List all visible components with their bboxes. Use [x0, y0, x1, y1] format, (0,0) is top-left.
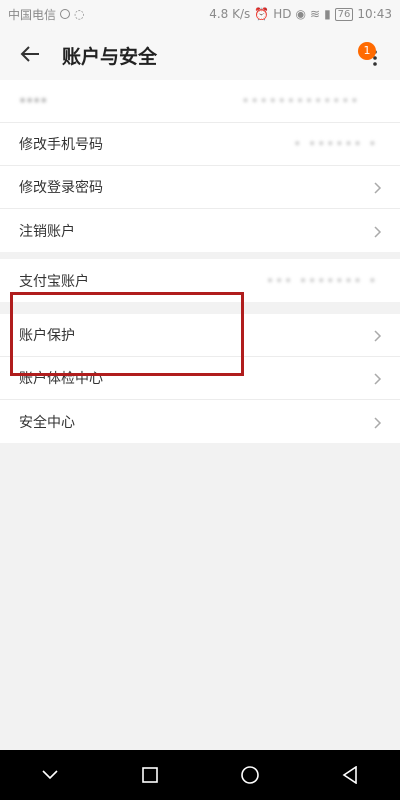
list-item-change-phone[interactable]: 修改手机号码 • •••••• •	[0, 123, 400, 166]
chevron-right-icon	[374, 182, 382, 194]
triangle-back-icon	[342, 766, 357, 784]
list-item-account-checkup[interactable]: 账户体检中心	[0, 357, 400, 400]
chevron-right-icon	[374, 373, 382, 385]
list-item-change-password[interactable]: 修改登录密码	[0, 166, 400, 209]
security-center-label: 安全中心	[19, 414, 75, 431]
list-item-alipay-account[interactable]: 支付宝账户 ••• ••••••• •	[0, 259, 400, 302]
eye-icon: ◉	[295, 7, 306, 21]
status-left: 中国电信 ◌	[8, 6, 85, 23]
square-icon	[142, 767, 158, 783]
wifi-icon: ≋	[310, 7, 321, 21]
chevron-right-icon	[374, 416, 382, 429]
battery-indicator: 76	[334, 7, 354, 21]
change-password-label: 修改登录密码	[19, 180, 103, 196]
account-group: •••• ••••••••••••• 修改手机号码 • •••••• • 修改登…	[0, 80, 400, 252]
back-button[interactable]	[14, 38, 46, 70]
nav-home-button[interactable]	[230, 755, 270, 795]
arrow-left-icon	[20, 46, 39, 62]
security-group: 账户保护 账户体检中心 安全中心	[0, 314, 400, 443]
alipay-group: 支付宝账户 ••• ••••••• •	[0, 259, 400, 302]
account-protection-label: 账户保护	[19, 328, 75, 344]
status-right: 4.8 K/s ⏰ HD ◉ ≋ ▮ 76 10:43	[209, 7, 392, 21]
sync-icon	[60, 9, 71, 19]
account-name-value: •••••••••••••	[241, 94, 360, 108]
account-checkup-label: 账户体检中心	[19, 371, 103, 387]
status-bar: 中国电信 ◌ 4.8 K/s ⏰ HD ◉ ≋ ▮ 76 10:43	[0, 0, 400, 28]
wechat-icon: ◌	[74, 7, 85, 21]
screen: 中国电信 ◌ 4.8 K/s ⏰ HD ◉ ≋ ▮ 76 10:43 账户与安全	[0, 0, 400, 800]
alipay-account-value: ••• ••••••• •	[266, 273, 378, 288]
chevron-down-icon	[42, 770, 58, 780]
list-item-security-center[interactable]: 安全中心	[0, 400, 400, 443]
more-menu-button[interactable]: 1	[358, 40, 386, 70]
page-title: 账户与安全	[62, 46, 158, 68]
alarm-icon: ⏰	[254, 7, 270, 21]
hd-icon: HD	[273, 7, 292, 21]
change-phone-label: 修改手机号码	[19, 137, 103, 153]
chevron-right-icon	[374, 330, 382, 342]
alipay-account-label: 支付宝账户	[19, 273, 89, 290]
close-account-label: 注销账户	[19, 223, 75, 240]
list-item-close-account[interactable]: 注销账户	[0, 209, 400, 252]
list-item-account-name[interactable]: •••• •••••••••••••	[0, 80, 400, 123]
phone-number-value: • •••••• •	[293, 137, 378, 151]
nav-back-button[interactable]	[330, 755, 370, 795]
clock: 10:43	[357, 7, 392, 21]
nav-recents-button[interactable]	[130, 755, 170, 795]
chevron-right-icon	[374, 225, 382, 238]
account-name-label: ••••	[19, 94, 48, 108]
signal-icon: ▮	[324, 7, 331, 21]
network-speed: 4.8 K/s	[209, 7, 251, 21]
circle-icon	[241, 766, 259, 784]
list-item-account-protection[interactable]: 账户保护	[0, 314, 400, 357]
notification-badge: 1	[358, 42, 376, 60]
carrier-label: 中国电信	[8, 7, 57, 22]
system-nav-bar	[0, 750, 400, 800]
nav-collapse-button[interactable]	[30, 755, 70, 795]
header: 账户与安全 1	[0, 28, 400, 80]
